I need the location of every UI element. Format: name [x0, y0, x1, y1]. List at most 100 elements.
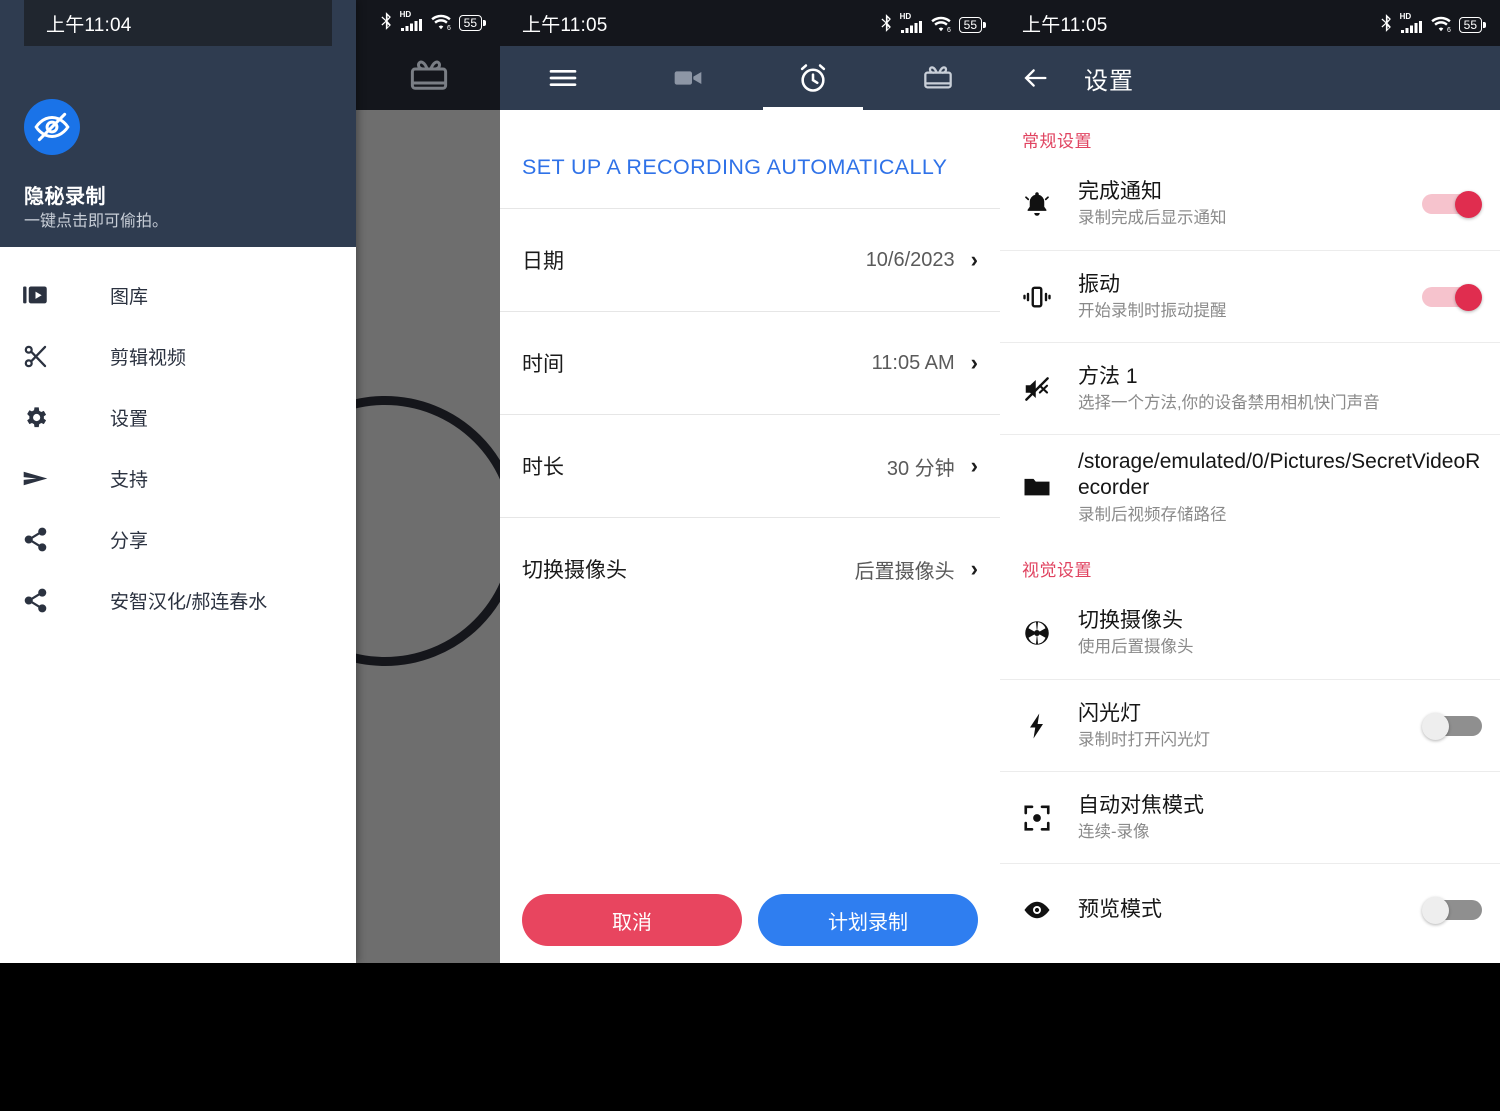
bottom-black-area	[0, 963, 1500, 1111]
setting-text: 预览模式	[1078, 897, 1422, 923]
sidebar-item-settings[interactable]: 设置	[0, 387, 356, 448]
bluetooth-icon	[881, 14, 891, 32]
signal-icon: HD	[1399, 12, 1423, 33]
setting-text: /storage/emulated/0/Pictures/SecretVideo…	[1078, 449, 1482, 525]
sidebar-item-label: 设置	[110, 409, 149, 430]
setting-text: 完成通知 录制完成后显示通知	[1078, 179, 1422, 229]
setting-row-storage-path[interactable]: /storage/emulated/0/Pictures/SecretVideo…	[1000, 434, 1500, 539]
setting-title: 自动对焦模式	[1078, 793, 1204, 817]
tab-video[interactable]	[625, 46, 750, 110]
status-clock: 上午11:04	[46, 14, 132, 36]
setting-row-finish-notification[interactable]: 完成通知 录制完成后显示通知	[1000, 158, 1500, 250]
status-bar-left: 上午11:04	[24, 0, 332, 46]
schedule-tab-bar	[500, 46, 1000, 110]
menu-icon	[549, 70, 576, 86]
sidebar-item-gallery[interactable]: 图库	[0, 265, 356, 326]
setting-subtitle: 录制时打开闪光灯	[1078, 730, 1210, 749]
chevron-right-icon: ›	[970, 247, 978, 272]
bell-icon	[1022, 189, 1078, 219]
mute-icon	[1022, 374, 1078, 404]
alarm-clock-icon	[800, 64, 825, 92]
settings-appbar: 设置	[1000, 46, 1500, 110]
row-label: 切换摄像头	[522, 559, 627, 582]
battery-icon: 55	[1458, 17, 1486, 33]
share-icon	[22, 587, 66, 614]
toggle-vibration[interactable]	[1422, 283, 1482, 311]
toggle-preview-mode[interactable]	[1422, 896, 1482, 924]
chevron-right-icon: ›	[970, 453, 978, 478]
sidebar-item-credits[interactable]: 安智汉化/郝连春水	[0, 570, 356, 631]
setting-row-autofocus[interactable]: 自动对焦模式 连续-录像	[1000, 771, 1500, 863]
gift-card-icon	[410, 60, 448, 90]
page-title: SET UP A RECORDING AUTOMATICALLY	[522, 155, 948, 179]
wifi-icon: 6	[1430, 16, 1451, 33]
row-label: 时长	[522, 456, 564, 479]
setting-title: 方法 1	[1078, 364, 1138, 388]
setting-title: 完成通知	[1078, 180, 1162, 204]
network-type-label: HD	[1399, 12, 1412, 21]
app-logo	[24, 99, 80, 155]
folder-icon	[1022, 472, 1078, 502]
battery-level: 55	[958, 17, 982, 33]
setting-text: 闪光灯 录制时打开闪光灯	[1078, 701, 1422, 751]
setting-row-switch-camera[interactable]: 切换摄像头 使用后置摄像头	[1000, 587, 1500, 679]
setting-row-shutter-sound-method[interactable]: 方法 1 选择一个方法,你的设备禁用相机快门声音	[1000, 342, 1500, 434]
settings-group-heading: 视觉设置	[1022, 561, 1092, 581]
setting-subtitle: 录制后视频存储路径	[1078, 505, 1227, 524]
aperture-icon	[1022, 618, 1078, 648]
setting-text: 切换摄像头 使用后置摄像头	[1078, 608, 1482, 658]
schedule-row-duration[interactable]: 时长 30 分钟 ›	[500, 414, 1000, 517]
row-label: 时间	[522, 353, 564, 376]
bluetooth-icon	[381, 12, 391, 30]
setting-title: 切换摄像头	[1078, 609, 1183, 633]
setting-text: 振动 开始录制时振动提醒	[1078, 272, 1422, 322]
setting-row-preview-mode[interactable]: 预览模式	[1000, 863, 1500, 955]
svg-text:6: 6	[1447, 27, 1451, 33]
sidebar-item-edit-video[interactable]: 剪辑视频	[0, 326, 356, 387]
flash-icon	[1022, 711, 1078, 741]
back-arrow-icon[interactable]	[1022, 64, 1050, 92]
scissors-icon	[22, 343, 66, 370]
phone-screen-settings: 上午11:05 HD 6 55 设置 常规设置 完成通知 录制完成后显示通知 振…	[1000, 0, 1500, 963]
vibration-icon	[1022, 282, 1078, 312]
tab-schedule[interactable]	[750, 46, 875, 110]
cancel-button[interactable]: 取消	[522, 894, 742, 946]
row-value: 11:05 AM	[871, 351, 955, 374]
app-name: 隐秘录制	[24, 186, 106, 208]
sidebar-item-label: 分享	[110, 531, 149, 552]
sidebar-item-share[interactable]: 分享	[0, 509, 356, 570]
signal-icon: HD	[899, 12, 923, 33]
battery-icon: 55	[958, 17, 986, 33]
row-label: 日期	[522, 250, 564, 273]
schedule-row-camera[interactable]: 切换摄像头 后置摄像头 ›	[500, 517, 1000, 620]
eye-icon	[1022, 895, 1078, 925]
share-icon	[22, 526, 66, 553]
send-icon	[22, 465, 66, 492]
toggle-finish-notification[interactable]	[1422, 191, 1482, 218]
signal-icon: HD	[400, 10, 423, 31]
app-tagline: 一键点击即可偷拍。	[24, 213, 169, 230]
drawer-header: 上午11:04 隐秘录制 一键点击即可偷拍。	[0, 0, 356, 247]
setting-row-vibration[interactable]: 振动 开始录制时振动提醒	[1000, 250, 1500, 342]
schedule-action-bar: 取消 计划录制	[500, 877, 1000, 963]
toggle-flash[interactable]	[1422, 712, 1482, 740]
battery-level: 55	[1458, 17, 1482, 33]
network-type-label: HD	[899, 12, 912, 21]
schedule-row-time[interactable]: 时间 11:05 AM ›	[500, 311, 1000, 414]
svg-text:6: 6	[447, 25, 451, 31]
wifi-icon: 6	[430, 14, 451, 31]
battery-icon: 55	[458, 15, 486, 31]
schedule-row-date[interactable]: 日期 10/6/2023 ›	[500, 208, 1000, 311]
setting-subtitle: 录制完成后显示通知	[1078, 209, 1227, 228]
row-value: 30 分钟	[886, 457, 955, 480]
setting-title: /storage/emulated/0/Pictures/SecretVideo…	[1078, 450, 1481, 500]
page-title: 设置	[1084, 67, 1134, 95]
setting-row-flash[interactable]: 闪光灯 录制时打开闪光灯	[1000, 679, 1500, 771]
battery-level: 55	[458, 15, 482, 31]
status-icons-left: HD 6 55	[380, 10, 486, 31]
menu-button[interactable]	[500, 46, 625, 110]
sidebar-item-support[interactable]: 支持	[0, 448, 356, 509]
schedule-recording-button[interactable]: 计划录制	[758, 894, 978, 946]
screenshot-root: 上午11:04 隐秘录制 一键点击即可偷拍。 图库 剪辑视频 设置 支持 分享 …	[0, 0, 1500, 1111]
tab-gift[interactable]	[875, 46, 1000, 110]
